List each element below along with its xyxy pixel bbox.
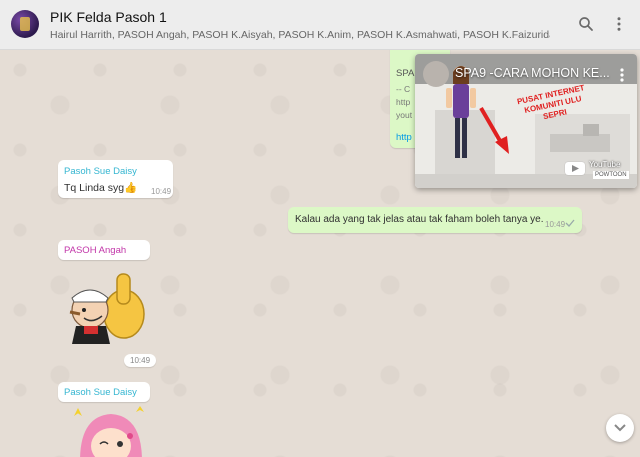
sent-check-icon: [565, 219, 575, 227]
link-line: SPA: [396, 68, 415, 79]
group-avatar[interactable]: [11, 10, 39, 38]
channel-avatar[interactable]: [423, 61, 449, 87]
search-icon[interactable]: [577, 15, 595, 33]
hijab-girl-sticker[interactable]: [66, 406, 156, 457]
chat-header[interactable]: PIK Felda Pasoh 1 Hairul Harrith, PASOH …: [0, 0, 640, 50]
video-menu-icon[interactable]: [618, 67, 626, 83]
youtube-label[interactable]: YouTube: [589, 160, 620, 169]
link-url[interactable]: http: [396, 132, 412, 143]
message-text: Kalau ada yang tak jelas atau tak faham …: [295, 214, 544, 225]
link-line: -- C: [396, 84, 411, 94]
video-popup[interactable]: SPA9 -CARA MOHON KE... PUSAT INTERNET KO…: [415, 54, 637, 188]
play-icon[interactable]: [565, 162, 585, 175]
group-title[interactable]: PIK Felda Pasoh 1: [50, 9, 167, 25]
sender-name[interactable]: PASOH Angah: [64, 245, 126, 256]
scroll-down-button[interactable]: [606, 414, 634, 442]
sender-name[interactable]: Pasoh Sue Daisy: [64, 166, 137, 177]
participants-list: Hairul Harrith, PASOH Angah, PASOH K.Ais…: [50, 29, 550, 41]
sender-name[interactable]: Pasoh Sue Daisy: [64, 387, 137, 398]
powtoon-logo: POWTOON: [593, 171, 629, 179]
sticker-time: 10:49: [124, 354, 157, 367]
sender-label-bubble[interactable]: PASOH Angah: [58, 240, 150, 260]
video-title[interactable]: SPA9 -CARA MOHON KE...: [455, 66, 610, 80]
link-line: yout: [396, 110, 413, 120]
sender-label-bubble[interactable]: Pasoh Sue Daisy: [58, 382, 150, 402]
chevron-down-icon: [614, 424, 626, 432]
chat-panel[interactable]: SPA -- C http yout http SPA9 -CARA MOHON…: [0, 50, 640, 457]
incoming-message[interactable]: Pasoh Sue Daisy Tq Linda syg👍 10:49: [58, 160, 173, 198]
message-text: Tq Linda syg👍: [64, 182, 138, 194]
link-line: http: [396, 97, 411, 107]
menu-icon[interactable]: [610, 15, 628, 33]
message-time: 10:49: [151, 187, 172, 196]
outgoing-message[interactable]: Kalau ada yang tak jelas atau tak faham …: [288, 207, 582, 233]
message-time: 10:49: [545, 220, 566, 229]
popeye-sticker[interactable]: [62, 268, 154, 350]
